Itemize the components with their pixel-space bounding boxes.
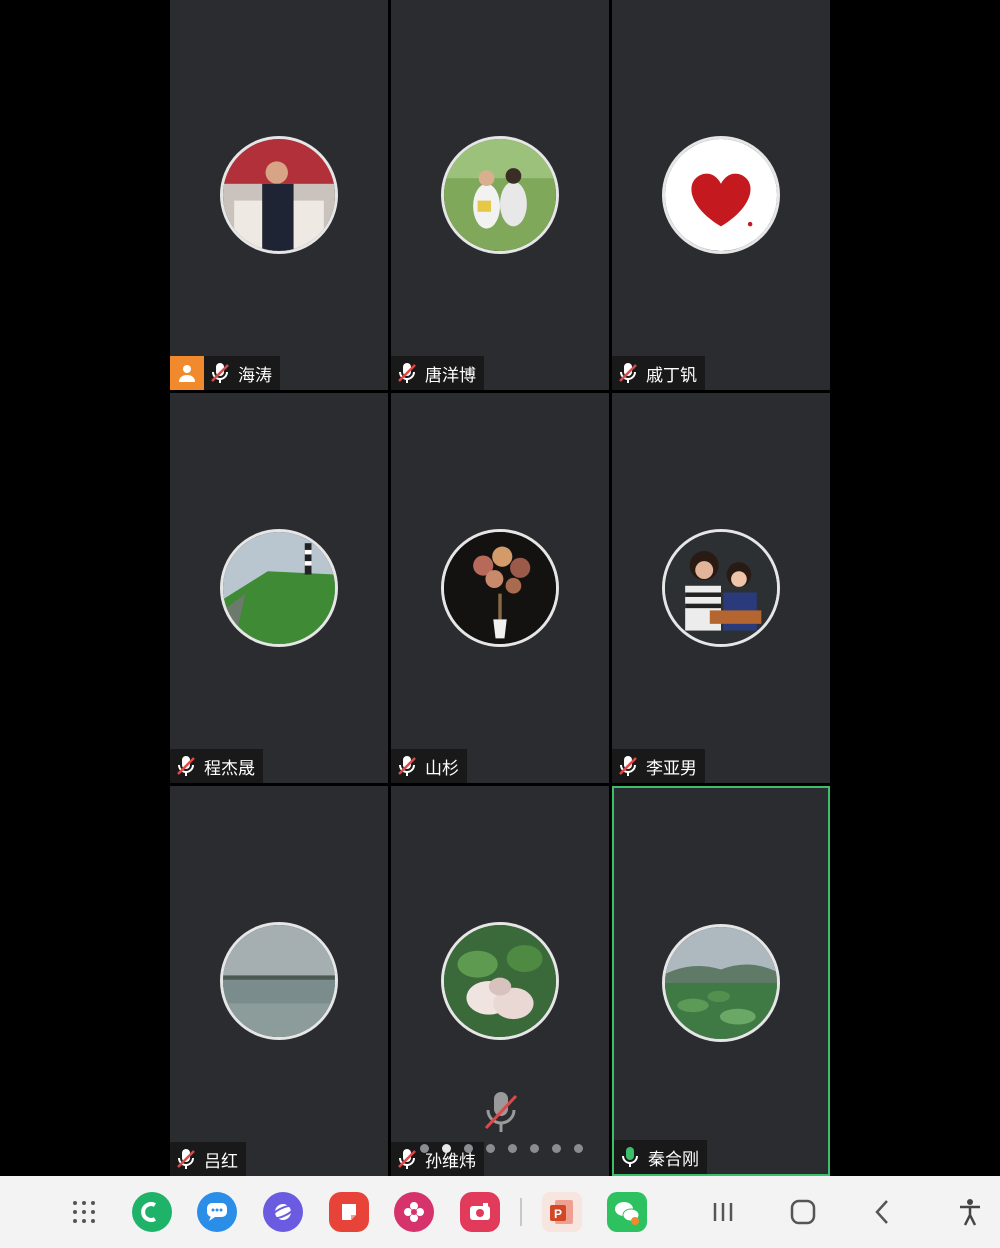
mic-muted-icon xyxy=(177,1149,195,1169)
avatar xyxy=(662,136,780,254)
page-dot[interactable] xyxy=(574,1144,583,1153)
avatar xyxy=(662,924,780,1042)
mic-muted-icon xyxy=(398,1149,416,1169)
page-dot-current[interactable] xyxy=(442,1144,451,1153)
page-dot[interactable] xyxy=(420,1144,429,1153)
participant-tile[interactable]: 唐洋博 xyxy=(391,0,609,390)
participant-name: 程杰晟 xyxy=(204,758,255,779)
participant-label: 李亚男 xyxy=(612,749,705,783)
participant-name: 李亚男 xyxy=(646,758,697,779)
recents-icon[interactable] xyxy=(705,1194,741,1230)
avatar xyxy=(441,136,559,254)
svg-text:P: P xyxy=(554,1207,562,1221)
participant-tile[interactable]: 山杉 xyxy=(391,393,609,783)
page-dot[interactable] xyxy=(552,1144,561,1153)
browser-app-icon[interactable] xyxy=(263,1192,303,1232)
apps-grid-icon[interactable] xyxy=(64,1192,104,1232)
mic-active-icon xyxy=(622,1147,638,1167)
mic-muted-icon xyxy=(177,756,195,776)
avatar xyxy=(220,922,338,1040)
taskbar-divider xyxy=(520,1198,522,1226)
wechat-app-icon[interactable] xyxy=(607,1192,647,1232)
avatar xyxy=(441,922,559,1040)
participant-name: 戚丁钒 xyxy=(646,365,697,386)
gallery-app-icon[interactable] xyxy=(394,1192,434,1232)
video-grid: 海涛 唐洋博 戚丁钒 程杰晟 山杉 李亚男 吕红 孙维炜 秦合刚 xyxy=(170,0,830,1176)
participant-name: 唐洋博 xyxy=(425,365,476,386)
participant-name: 山杉 xyxy=(425,758,459,779)
page-dot[interactable] xyxy=(464,1144,473,1153)
participant-label: 戚丁钒 xyxy=(612,356,705,390)
participant-tile[interactable]: 海涛 xyxy=(170,0,388,390)
participant-tile[interactable]: 程杰晟 xyxy=(170,393,388,783)
accessibility-icon[interactable] xyxy=(952,1194,988,1230)
participant-label: 程杰晟 xyxy=(170,749,263,783)
participant-name: 秦合刚 xyxy=(648,1149,699,1170)
participant-tile[interactable]: 吕红 xyxy=(170,786,388,1176)
camera-app-icon[interactable] xyxy=(460,1192,500,1232)
participant-label: 吕红 xyxy=(170,1142,246,1176)
avatar xyxy=(220,136,338,254)
avatar xyxy=(220,529,338,647)
participant-tile[interactable]: 李亚男 xyxy=(612,393,830,783)
participant-label: 唐洋博 xyxy=(391,356,484,390)
participant-label: 海涛 xyxy=(170,356,280,390)
back-icon[interactable] xyxy=(865,1194,901,1230)
avatar xyxy=(441,529,559,647)
host-icon xyxy=(170,356,204,390)
participant-name: 海涛 xyxy=(238,365,272,386)
self-mic-muted-icon[interactable] xyxy=(482,1090,520,1134)
home-icon[interactable] xyxy=(785,1194,821,1230)
taskbar: P xyxy=(0,1176,1000,1248)
notes-app-icon[interactable] xyxy=(329,1192,369,1232)
messages-app-icon[interactable] xyxy=(197,1192,237,1232)
participant-tile[interactable]: 戚丁钒 xyxy=(612,0,830,390)
page-dot[interactable] xyxy=(508,1144,517,1153)
participant-label: 山杉 xyxy=(391,749,467,783)
page-dot[interactable] xyxy=(530,1144,539,1153)
participant-label: 秦合刚 xyxy=(614,1140,707,1174)
avatar xyxy=(662,529,780,647)
page-dot[interactable] xyxy=(486,1144,495,1153)
phone-app-icon[interactable] xyxy=(132,1192,172,1232)
mic-muted-icon xyxy=(398,363,416,383)
participant-tile-active-speaker[interactable]: 秦合刚 xyxy=(612,786,830,1176)
mic-muted-icon xyxy=(619,363,637,383)
mic-muted-icon xyxy=(619,756,637,776)
mic-muted-icon xyxy=(398,756,416,776)
powerpoint-app-icon[interactable]: P xyxy=(542,1192,582,1232)
participant-name: 吕红 xyxy=(204,1151,238,1172)
mic-muted-icon xyxy=(211,363,229,383)
page-indicator[interactable] xyxy=(420,1144,583,1153)
